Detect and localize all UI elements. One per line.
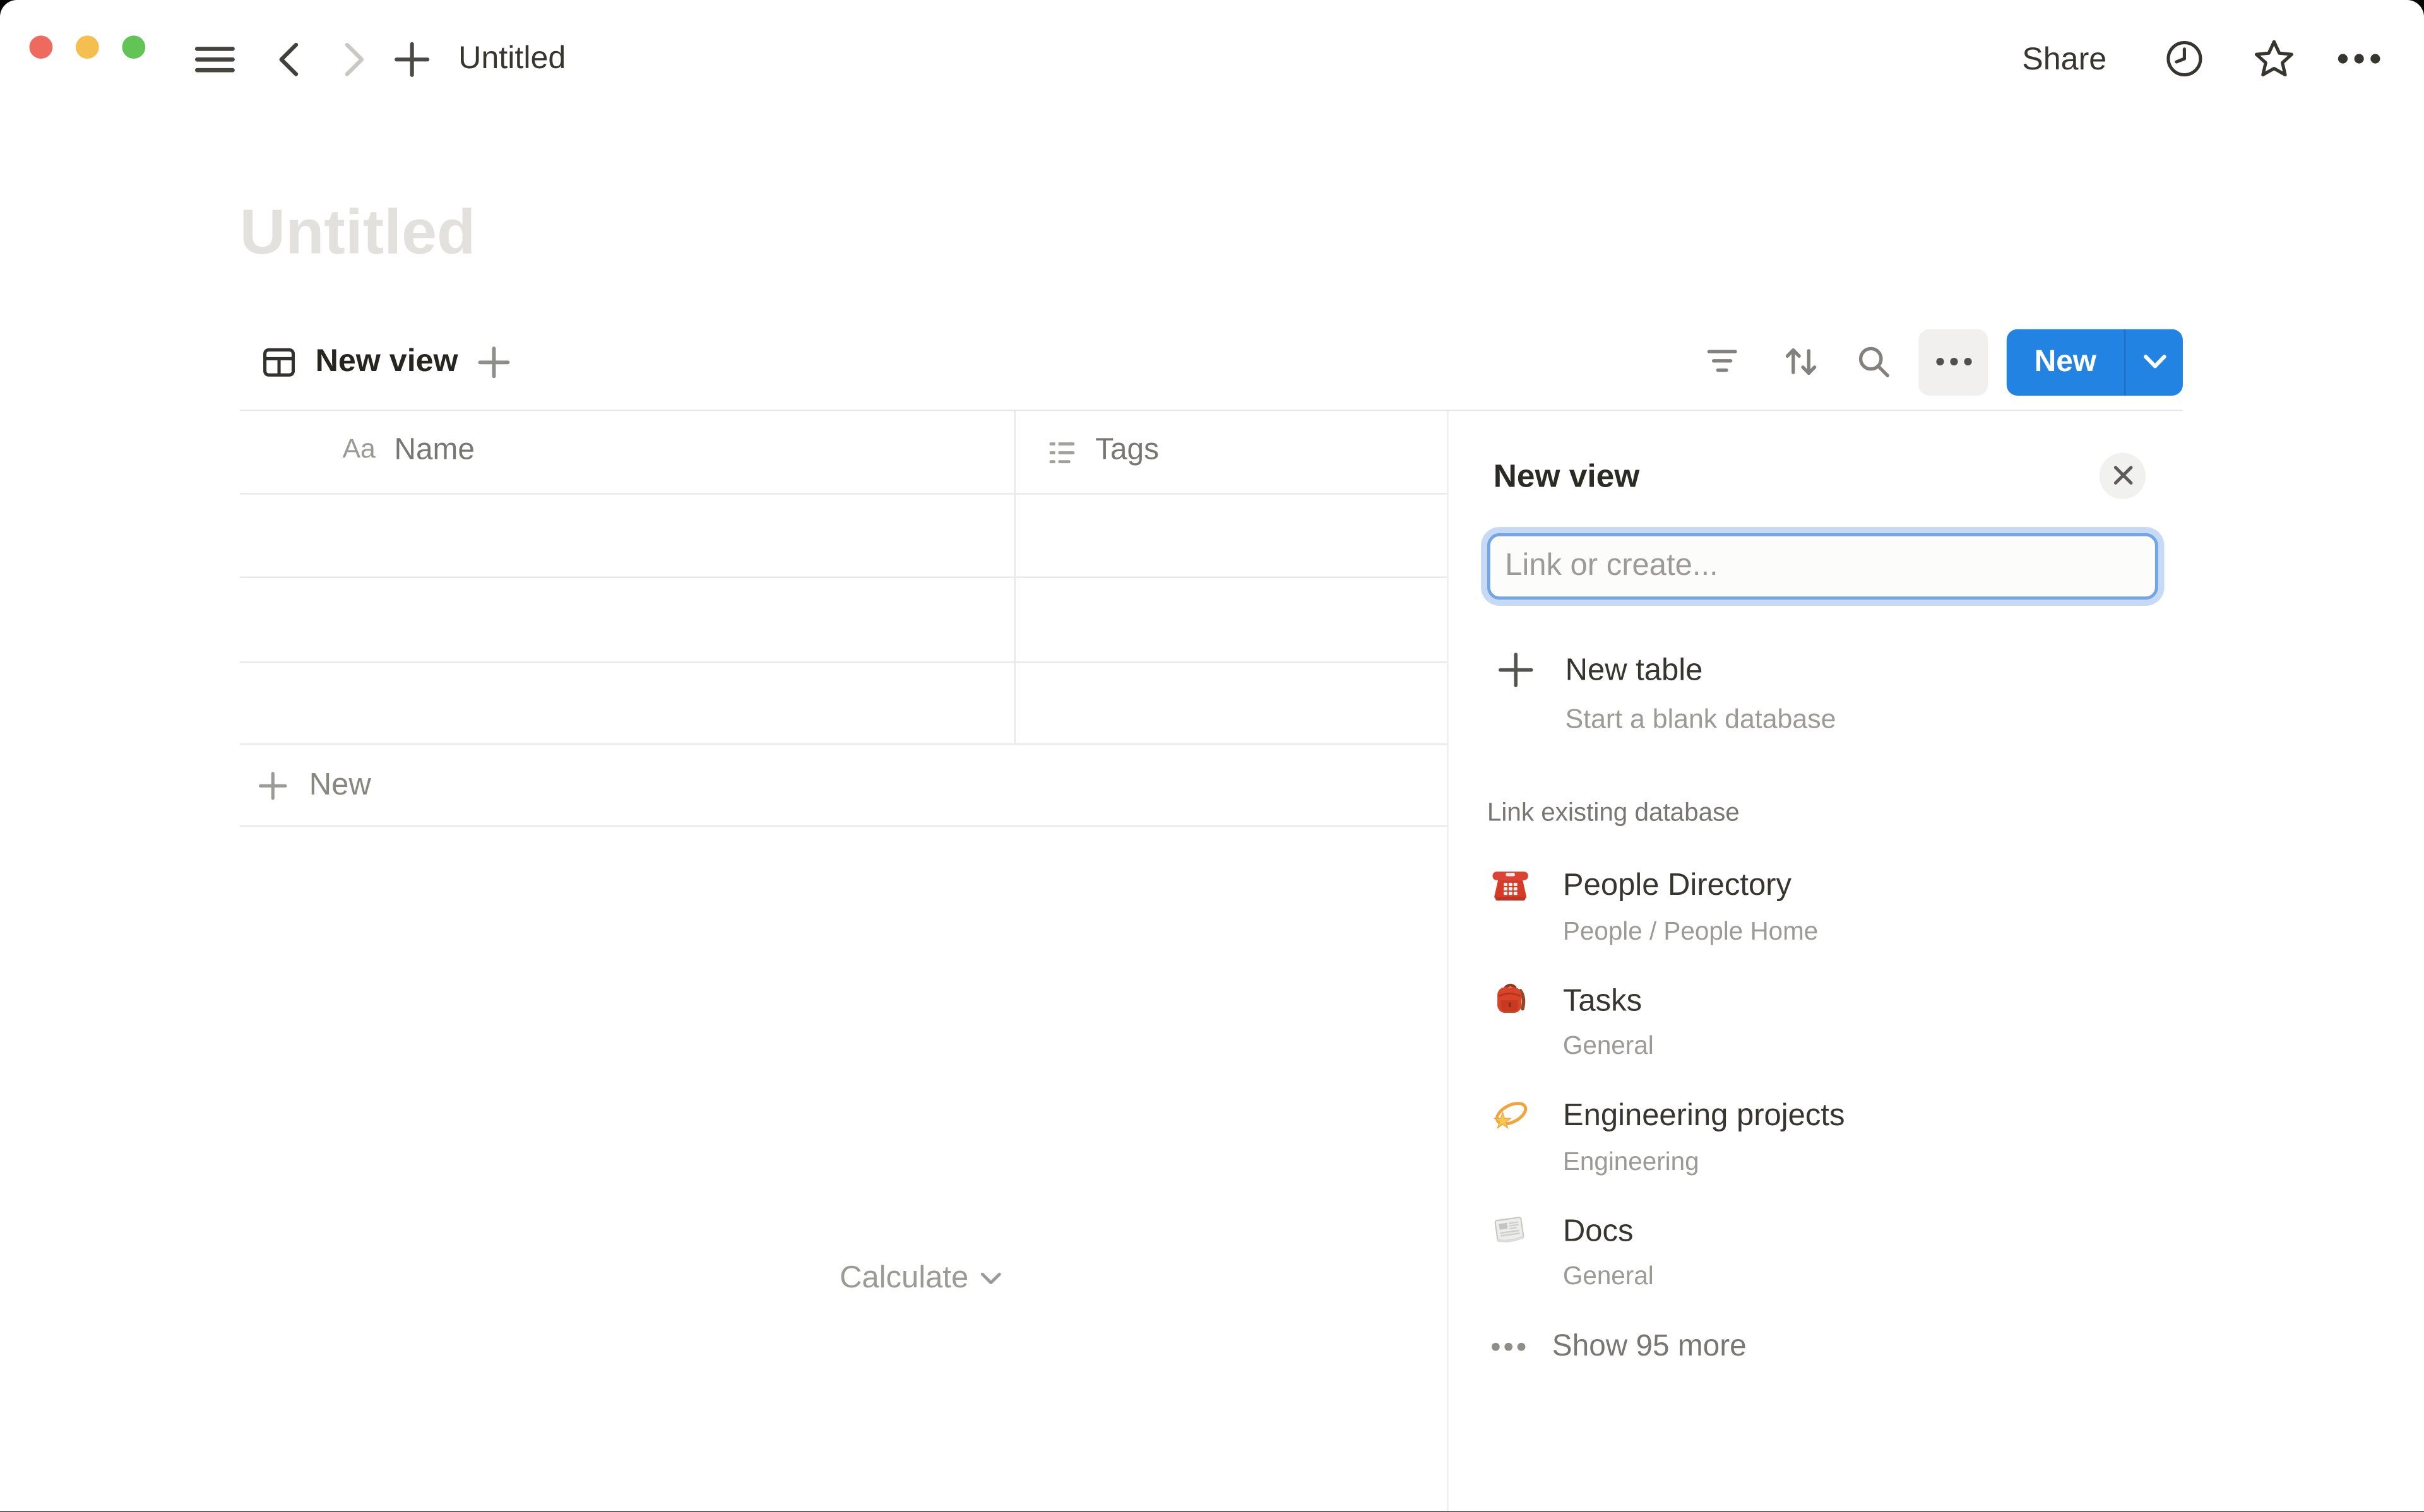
panel-title: New view — [1494, 459, 1640, 496]
chevron-down-icon — [979, 1271, 1001, 1285]
tab-new-view[interactable]: New view — [259, 342, 458, 381]
new-view-panel: New view New table Start a blank databas… — [1447, 410, 2424, 1512]
close-window-button[interactable] — [28, 35, 52, 58]
plus-icon — [258, 771, 287, 801]
database-title: People Directory — [1563, 868, 1791, 902]
database-option-tasks[interactable]: Tasks General — [1449, 969, 2424, 1084]
show-more-label: Show 95 more — [1552, 1322, 1747, 1370]
search-icon[interactable] — [1855, 343, 1892, 381]
database-title: Engineering projects — [1563, 1099, 1845, 1133]
show-more-button[interactable]: Show 95 more — [1449, 1322, 2424, 1370]
title-property-icon: Aa — [342, 433, 375, 465]
favorite-star-icon[interactable] — [2252, 37, 2295, 81]
filter-icon[interactable] — [1704, 343, 1741, 381]
new-record-button[interactable]: New — [2007, 328, 2183, 394]
add-view-plus-icon[interactable] — [478, 345, 510, 377]
forward-icon[interactable] — [338, 41, 369, 76]
notion-window: Untitled Share Untitled New view — [0, 0, 2424, 1512]
database-location: People / People Home — [1563, 917, 1818, 947]
new-record-dropdown[interactable] — [2125, 354, 2183, 369]
back-icon[interactable] — [273, 41, 304, 76]
ellipsis-icon — [1490, 1340, 1527, 1351]
updates-clock-icon[interactable] — [2165, 38, 2205, 79]
new-table-subtitle: Start a blank database — [1566, 702, 1836, 735]
table-row[interactable] — [240, 495, 1447, 578]
zoom-window-button[interactable] — [121, 35, 145, 58]
backpack-emoji — [1490, 980, 1530, 1020]
dizzy-emoji — [1490, 1095, 1530, 1135]
ellipsis-icon — [1933, 357, 1973, 367]
new-record-button-label: New — [2007, 344, 2124, 379]
close-icon — [2113, 465, 2133, 485]
view-tab-label: New view — [316, 343, 458, 381]
link-or-create-input[interactable] — [1487, 533, 2158, 599]
more-options-icon[interactable] — [2336, 52, 2382, 65]
new-table-title: New table — [1566, 653, 1703, 688]
calculate-button[interactable]: Calculate — [840, 1236, 1001, 1320]
database-location: General — [1563, 1263, 1654, 1292]
calculate-label: Calculate — [840, 1260, 968, 1296]
new-tab-plus-icon[interactable] — [394, 41, 429, 76]
telephone-emoji — [1490, 865, 1530, 905]
database-location: Engineering — [1563, 1147, 1699, 1177]
database-title: Docs — [1563, 1214, 1634, 1248]
newspaper-emoji — [1490, 1210, 1530, 1251]
column-header-name[interactable]: Name — [394, 432, 474, 467]
database-option-engineering-projects[interactable]: Engineering projects Engineering — [1449, 1084, 2424, 1199]
chevron-down-icon — [2142, 354, 2166, 369]
traffic-lights — [28, 35, 145, 58]
sort-icon[interactable] — [1781, 343, 1821, 381]
table-row[interactable] — [240, 663, 1447, 745]
link-existing-database-heading: Link existing database — [1487, 798, 1740, 828]
breadcrumb-page-title[interactable]: Untitled — [458, 40, 566, 78]
view-options-button[interactable] — [1918, 328, 1988, 394]
minimize-window-button[interactable] — [75, 35, 98, 58]
add-row-label: New — [309, 745, 371, 827]
plus-icon — [1498, 652, 1533, 687]
page-title[interactable]: Untitled — [240, 196, 476, 269]
database-location: General — [1563, 1032, 1654, 1062]
database-option-people-directory[interactable]: People Directory People / People Home — [1449, 854, 2424, 969]
add-row-button[interactable]: New — [240, 745, 1447, 827]
database-title: Tasks — [1563, 984, 1642, 1018]
table-view-icon — [259, 342, 298, 381]
view-toolbar: New view — [240, 318, 2183, 405]
sidebar-menu-icon[interactable] — [195, 46, 235, 73]
table-row[interactable] — [240, 578, 1447, 663]
table-header-row: Aa Name Tags — [240, 411, 1447, 494]
link-input-focus-ring — [1480, 526, 2163, 605]
column-header-tags[interactable]: Tags — [1095, 432, 1159, 467]
database-option-docs[interactable]: Docs General — [1449, 1199, 2424, 1314]
retina-stage: Untitled Share Untitled New view — [0, 0, 2424, 1512]
share-button[interactable]: Share — [2022, 41, 2106, 78]
column-divider[interactable] — [1013, 411, 1014, 745]
panel-close-button[interactable] — [2100, 452, 2146, 498]
multi-select-list-icon — [1045, 436, 1079, 470]
